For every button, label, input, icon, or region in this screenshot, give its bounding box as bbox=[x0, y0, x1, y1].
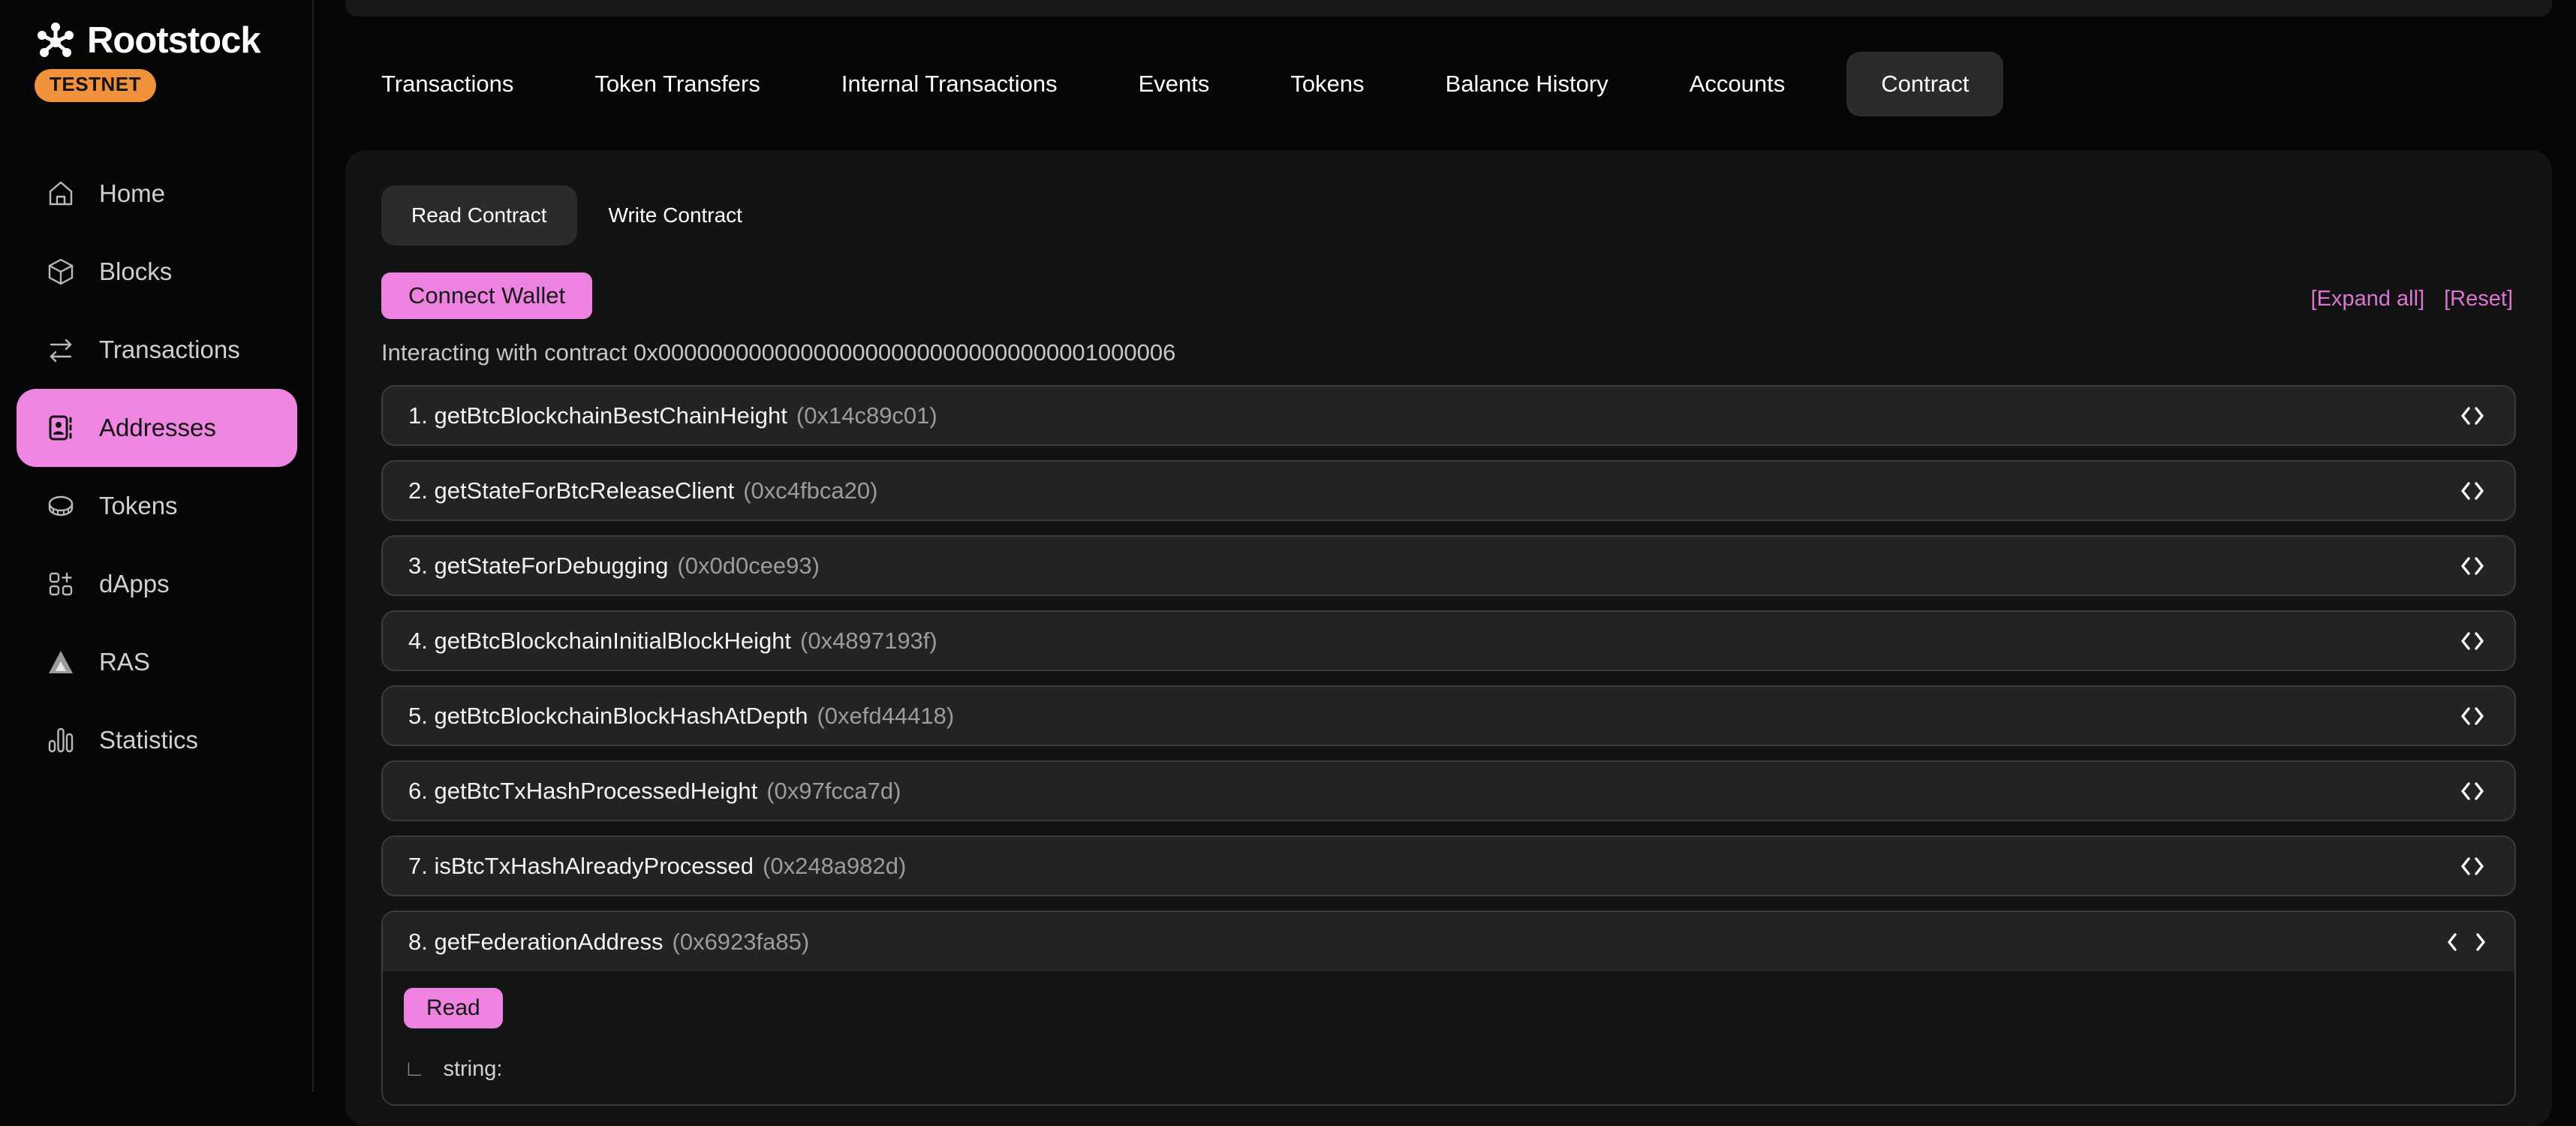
function-row-4[interactable]: 4. getBtcBlockchainInitialBlockHeight (0… bbox=[381, 610, 2516, 671]
function-row-3[interactable]: 3. getStateForDebugging (0x0d0cee93) bbox=[381, 535, 2516, 596]
dapps-icon bbox=[45, 568, 77, 600]
brand-name: Rootstock bbox=[87, 20, 260, 62]
function-selector: (0x4897193f) bbox=[800, 628, 937, 655]
sidebar-item-blocks[interactable]: Blocks bbox=[17, 233, 297, 311]
code-icon[interactable] bbox=[2456, 705, 2489, 727]
reset-link[interactable]: [Reset] bbox=[2444, 287, 2513, 312]
sidebar-item-label: Addresses bbox=[99, 414, 216, 442]
sidebar-item-transactions[interactable]: Transactions bbox=[17, 311, 297, 389]
sidebar-item-label: RAS bbox=[99, 648, 150, 676]
transactions-icon bbox=[45, 334, 77, 366]
scrolled-card-edge bbox=[345, 0, 2552, 17]
tab-contract[interactable]: Contract bbox=[1846, 52, 2003, 116]
tokens-icon bbox=[45, 490, 77, 522]
function-name: 3. getStateForDebugging bbox=[408, 552, 668, 580]
function-row-7[interactable]: 7. isBtcTxHashAlreadyProcessed (0x248a98… bbox=[381, 835, 2516, 896]
function-name: 6. getBtcTxHashProcessedHeight bbox=[408, 778, 757, 805]
tab-events[interactable]: Events bbox=[1139, 71, 1210, 98]
tab-token-transfers[interactable]: Token Transfers bbox=[594, 71, 760, 98]
function-name: 5. getBtcBlockchainBlockHashAtDepth bbox=[408, 703, 808, 730]
function-row-2[interactable]: 2. getStateForBtcReleaseClient (0xc4fbca… bbox=[381, 460, 2516, 521]
address-tabs: Transactions Token Transfers Internal Tr… bbox=[381, 53, 1976, 116]
function-row-1[interactable]: 1. getBtcBlockchainBestChainHeight (0x14… bbox=[381, 385, 2516, 446]
tab-balance-history[interactable]: Balance History bbox=[1446, 71, 1608, 98]
app-logo[interactable]: Rootstock bbox=[35, 20, 260, 62]
function-name: 2. getStateForBtcReleaseClient bbox=[408, 477, 734, 504]
function-name: 8. getFederationAddress bbox=[408, 929, 664, 956]
function-selector: (0x6923fa85) bbox=[673, 929, 810, 956]
contract-panel: Read Contract Write Contract Connect Wal… bbox=[345, 150, 2552, 1126]
function-row-8-expanded: 8. getFederationAddress (0x6923fa85) Rea… bbox=[381, 911, 2516, 1106]
function-row-8-header[interactable]: 8. getFederationAddress (0x6923fa85) bbox=[383, 912, 2514, 971]
sidebar-item-statistics[interactable]: Statistics bbox=[17, 701, 297, 779]
code-icon[interactable] bbox=[2456, 780, 2489, 802]
home-icon bbox=[45, 178, 77, 209]
sidebar-item-label: Transactions bbox=[99, 336, 240, 364]
function-name: 7. isBtcTxHashAlreadyProcessed bbox=[408, 853, 754, 880]
function-output: ∟ string: bbox=[404, 1057, 2493, 1082]
contract-subtabs: Read Contract Write Contract bbox=[381, 185, 742, 245]
expand-all-link[interactable]: [Expand all] bbox=[2311, 287, 2425, 312]
addresses-icon bbox=[45, 412, 77, 444]
function-name: 1. getBtcBlockchainBestChainHeight bbox=[408, 402, 787, 429]
panel-links: [Expand all] [Reset] bbox=[2311, 287, 2513, 312]
function-selector: (0xefd44418) bbox=[817, 703, 954, 730]
sidebar-item-addresses[interactable]: Addresses bbox=[17, 389, 297, 467]
function-name: 4. getBtcBlockchainInitialBlockHeight bbox=[408, 628, 791, 655]
sidebar-nav: Home Blocks Transactions Addresses bbox=[17, 155, 297, 779]
sidebar-item-label: Blocks bbox=[99, 257, 172, 286]
tab-accounts[interactable]: Accounts bbox=[1690, 71, 1786, 98]
sidebar-item-ras[interactable]: RAS bbox=[17, 623, 297, 701]
code-icon[interactable] bbox=[2456, 405, 2489, 427]
tab-read-contract[interactable]: Read Contract bbox=[381, 185, 577, 245]
sidebar-item-home[interactable]: Home bbox=[17, 155, 297, 233]
code-icon[interactable] bbox=[2456, 855, 2489, 878]
connect-wallet-button[interactable]: Connect Wallet bbox=[381, 272, 592, 319]
code-expanded-icon[interactable] bbox=[2444, 931, 2489, 953]
output-corner-icon: ∟ bbox=[404, 1057, 425, 1081]
tab-tokens[interactable]: Tokens bbox=[1290, 71, 1364, 98]
sidebar-item-label: Home bbox=[99, 179, 165, 208]
output-type-label: string: bbox=[443, 1057, 502, 1081]
function-selector: (0x14c89c01) bbox=[796, 402, 937, 429]
code-icon[interactable] bbox=[2456, 555, 2489, 577]
function-selector: (0xc4fbca20) bbox=[743, 477, 877, 504]
function-selector: (0x97fcca7d) bbox=[766, 778, 901, 805]
sidebar-item-label: dApps bbox=[99, 570, 170, 598]
testnet-badge: TESTNET bbox=[35, 69, 156, 102]
blocks-icon bbox=[45, 256, 77, 288]
ras-icon bbox=[45, 646, 77, 678]
function-selector: (0x248a982d) bbox=[763, 853, 906, 880]
sidebar-item-label: Tokens bbox=[99, 492, 178, 520]
statistics-icon bbox=[45, 724, 77, 756]
tab-transactions[interactable]: Transactions bbox=[381, 71, 513, 98]
sidebar-item-dapps[interactable]: dApps bbox=[17, 545, 297, 623]
rootstock-logo-icon bbox=[35, 20, 77, 62]
code-icon[interactable] bbox=[2456, 480, 2489, 502]
tab-write-contract[interactable]: Write Contract bbox=[609, 203, 742, 227]
read-button[interactable]: Read bbox=[404, 988, 503, 1028]
code-icon[interactable] bbox=[2456, 630, 2489, 652]
function-row-5[interactable]: 5. getBtcBlockchainBlockHashAtDepth (0xe… bbox=[381, 685, 2516, 746]
interacting-with-contract-text: Interacting with contract 0x000000000000… bbox=[381, 339, 1175, 366]
function-row-8-body: Read ∟ string: bbox=[383, 971, 2514, 1104]
sidebar-item-label: Statistics bbox=[99, 726, 198, 754]
tab-internal-transactions[interactable]: Internal Transactions bbox=[841, 71, 1058, 98]
function-selector: (0x0d0cee93) bbox=[677, 552, 820, 580]
function-row-6[interactable]: 6. getBtcTxHashProcessedHeight (0x97fcca… bbox=[381, 760, 2516, 821]
sidebar: Rootstock TESTNET Home Blocks Transactio… bbox=[0, 0, 314, 1091]
sidebar-item-tokens[interactable]: Tokens bbox=[17, 467, 297, 545]
function-list: 1. getBtcBlockchainBestChainHeight (0x14… bbox=[381, 385, 2516, 1106]
